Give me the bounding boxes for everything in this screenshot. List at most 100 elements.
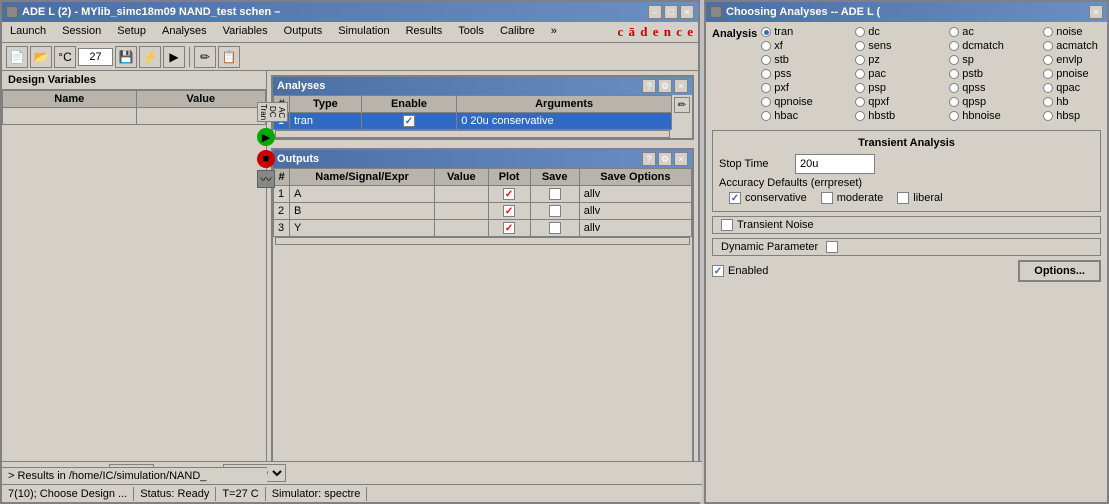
analyses-help-btn[interactable]: ?	[642, 79, 656, 93]
radio-pz[interactable]: pz	[855, 54, 945, 66]
radio-pnoise[interactable]: pnoise	[1043, 68, 1109, 80]
radio-qpnoise[interactable]: qpnoise	[761, 96, 851, 108]
transient-noise-checkbox[interactable]	[721, 219, 733, 231]
menu-results[interactable]: Results	[402, 24, 447, 40]
transient-analysis-section: Transient Analysis Stop Time 20u Accurac…	[712, 130, 1101, 212]
out-col-name: Name/Signal/Expr	[290, 169, 435, 186]
design-vars-table: Name Value	[2, 90, 266, 125]
radio-tran[interactable]: tran	[761, 26, 851, 38]
temp-input[interactable]: 27	[78, 48, 113, 66]
radio-envlp[interactable]: envlp	[1043, 54, 1109, 66]
conservative-checkbox[interactable]: ✓ conservative	[729, 192, 807, 204]
menu-more[interactable]: »	[547, 24, 561, 40]
ac-dc-trans: ACDCTran	[257, 102, 288, 122]
dialog-icon	[710, 6, 722, 18]
menu-calibre[interactable]: Calibre	[496, 24, 539, 40]
radio-pac[interactable]: pac	[855, 68, 945, 80]
outputs-settings-btn[interactable]: ⚙	[658, 152, 672, 166]
table-row[interactable]: 1 A ✓ allv	[274, 186, 692, 203]
dialog-close-btn[interactable]: ×	[1089, 5, 1103, 19]
open-button[interactable]: 📂	[30, 46, 52, 68]
outputs-button[interactable]: 📋	[218, 46, 240, 68]
menu-launch[interactable]: Launch	[6, 24, 50, 40]
new-button[interactable]: 📄	[6, 46, 28, 68]
run-button[interactable]: ▶	[163, 46, 185, 68]
edit-button[interactable]: ✏	[194, 46, 216, 68]
row-type: tran	[290, 113, 362, 130]
radio-sens[interactable]: sens	[855, 40, 945, 52]
transient-noise-button[interactable]: Transient Noise	[712, 216, 1101, 234]
transient-noise-label: Transient Noise	[737, 219, 814, 231]
menu-outputs[interactable]: Outputs	[280, 24, 327, 40]
out-col-value: Value	[435, 169, 488, 186]
col-name: Name	[3, 91, 137, 108]
liberal-checkbox[interactable]: liberal	[897, 192, 942, 204]
radio-hbnoise[interactable]: hbnoise	[949, 110, 1039, 122]
radio-pxf[interactable]: pxf	[761, 82, 851, 94]
design-vars-title: Design Variables	[2, 71, 266, 90]
radio-stb[interactable]: stb	[761, 54, 851, 66]
console-text: > Results in /home/IC/simulation/NAND_	[8, 470, 206, 482]
netlist-button[interactable]: ⚡	[139, 46, 161, 68]
save-button[interactable]: 💾	[115, 46, 137, 68]
analysis-type-section: Analysis tran dc ac noise xf	[706, 22, 1107, 126]
analyses-close-btn[interactable]: ×	[674, 79, 688, 93]
outputs-help-btn[interactable]: ?	[642, 152, 656, 166]
outputs-hscroll[interactable]	[275, 237, 690, 245]
radio-acmatch[interactable]: acmatch	[1043, 40, 1109, 52]
radio-dcmatch[interactable]: dcmatch	[949, 40, 1039, 52]
status-simulator: Simulator: spectre	[266, 487, 368, 501]
window-icon	[6, 6, 18, 18]
analyses-edit-btn[interactable]: ✏	[674, 97, 690, 113]
radio-hbstb[interactable]: hbstb	[855, 110, 945, 122]
radio-qpss[interactable]: qpss	[949, 82, 1039, 94]
radio-sp[interactable]: sp	[949, 54, 1039, 66]
radio-qpxf[interactable]: qpxf	[855, 96, 945, 108]
dynamic-param-button[interactable]: Dynamic Parameter	[712, 238, 1101, 256]
enabled-checkbox[interactable]: ✓	[712, 265, 724, 277]
menu-session[interactable]: Session	[58, 24, 105, 40]
stop-time-label: Stop Time	[719, 158, 789, 170]
radio-pstb[interactable]: pstb	[949, 68, 1039, 80]
radio-qpsp[interactable]: qpsp	[949, 96, 1039, 108]
run-green-button[interactable]: ▶	[257, 128, 275, 146]
radio-pss[interactable]: pss	[761, 68, 851, 80]
radio-psp[interactable]: psp	[855, 82, 945, 94]
outputs-close-btn[interactable]: ×	[674, 152, 688, 166]
radio-hbac[interactable]: hbac	[761, 110, 851, 122]
table-row[interactable]: 2 B ✓ allv	[274, 203, 692, 220]
radio-dc[interactable]: dc	[855, 26, 945, 38]
stop-red-button[interactable]: ■	[257, 150, 275, 168]
wave-button[interactable]: 〰	[257, 170, 275, 188]
moderate-checkbox[interactable]: moderate	[821, 192, 883, 204]
stop-time-row: Stop Time 20u	[719, 154, 1094, 174]
close-button[interactable]: ×	[680, 5, 694, 19]
radio-qpac[interactable]: qpac	[1043, 82, 1109, 94]
table-row[interactable]: 3 Y ✓ allv	[274, 220, 692, 237]
dynamic-param-checkbox[interactable]	[826, 241, 838, 253]
menu-setup[interactable]: Setup	[113, 24, 150, 40]
minimize-button[interactable]: –	[648, 5, 662, 19]
radio-hbsp[interactable]: hbsp	[1043, 110, 1109, 122]
radio-hb[interactable]: hb	[1043, 96, 1109, 108]
row-enable[interactable]: ✓	[361, 113, 457, 130]
enabled-checkbox-item[interactable]: ✓ Enabled	[712, 265, 768, 277]
stop-time-input[interactable]: 20u	[795, 154, 875, 174]
radio-xf[interactable]: xf	[761, 40, 851, 52]
row-args: 0 20u conservative	[457, 113, 672, 130]
menu-variables[interactable]: Variables	[219, 24, 272, 40]
menu-tools[interactable]: Tools	[454, 24, 488, 40]
options-button[interactable]: Options...	[1018, 260, 1101, 282]
radio-ac[interactable]: ac	[949, 26, 1039, 38]
accuracy-row: Accuracy Defaults (errpreset)	[719, 177, 1094, 189]
radio-noise[interactable]: noise	[1043, 26, 1109, 38]
table-row[interactable]: 1 tran ✓ 0 20u conservative	[274, 113, 672, 130]
status-temp: T=27 C	[216, 487, 265, 501]
menu-simulation[interactable]: Simulation	[334, 24, 393, 40]
analyses-hscroll[interactable]	[275, 130, 670, 138]
menu-analyses[interactable]: Analyses	[158, 24, 211, 40]
analyses-sub-title: Analyses ? ⚙ ×	[273, 77, 692, 95]
transient-section-title: Transient Analysis	[719, 135, 1094, 151]
analyses-settings-btn[interactable]: ⚙	[658, 79, 672, 93]
maximize-button[interactable]: □	[664, 5, 678, 19]
